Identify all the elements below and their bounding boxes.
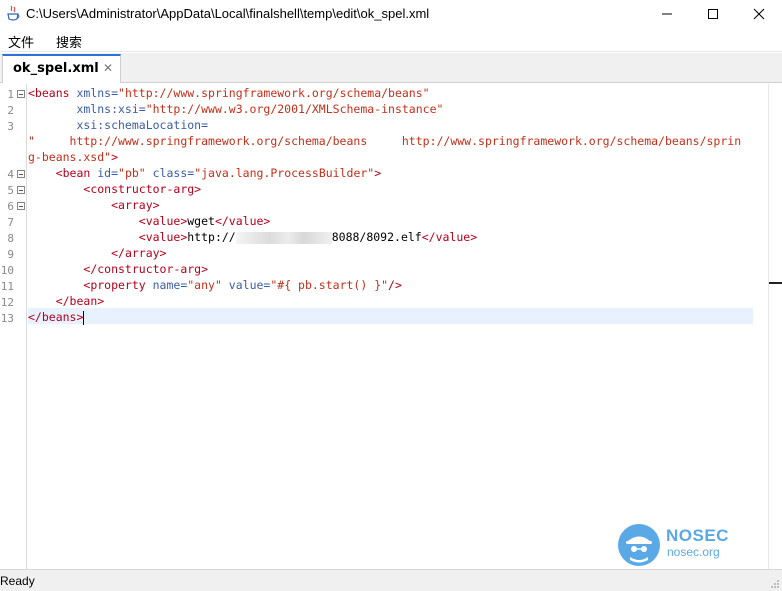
code-line: <value>wget</value> [138, 214, 271, 228]
line-number: 9 [7, 248, 14, 261]
vertical-scrollbar[interactable] [768, 84, 782, 569]
gutter-line: 13 [0, 310, 27, 326]
text-caret [83, 310, 85, 325]
code-line: </beans> [28, 310, 85, 325]
line-number: 4 [7, 168, 14, 181]
fold-toggle-icon[interactable] [17, 186, 25, 194]
tab-ok-spel-xml[interactable]: ok_spel.xml ✕ [2, 54, 121, 83]
title-bar: C:\Users\Administrator\AppData\Local\fin… [0, 0, 782, 28]
minimize-icon [662, 13, 672, 15]
code-line: xmlns:xsi="http://www.w3.org/2001/XMLSch… [28, 102, 444, 116]
window-title: C:\Users\Administrator\AppData\Local\fin… [26, 6, 430, 21]
gutter-line: 1 [0, 86, 27, 102]
line-number: 12 [0, 296, 14, 309]
code-line: <beans xmlns="http://www.springframework… [28, 86, 430, 100]
tab-label: ok_spel.xml [13, 61, 99, 76]
line-number: 6 [7, 200, 14, 213]
gutter-line: 7 [0, 214, 27, 230]
java-app-icon [6, 5, 20, 22]
gutter-line: 10 [0, 262, 27, 278]
code-line: </bean> [55, 294, 105, 308]
tab-strip: ok_spel.xml ✕ [0, 53, 782, 83]
line-number: 5 [7, 184, 14, 197]
close-icon [753, 8, 765, 20]
fold-toggle-icon[interactable] [17, 90, 25, 98]
fold-toggle-icon[interactable] [17, 202, 25, 210]
line-number: 7 [7, 216, 14, 229]
line-number: 10 [0, 264, 14, 277]
watermark-title: NOSEC [666, 526, 729, 545]
menu-bar: 文件 搜索 [0, 28, 782, 52]
line-number: 11 [0, 280, 14, 293]
tab-close-icon[interactable]: ✕ [103, 61, 113, 75]
gutter-line: 12 [0, 294, 27, 310]
gutter-line: 3 [0, 118, 27, 134]
code-line: <bean id="pb" class="java.lang.ProcessBu… [55, 166, 382, 180]
code-line: <value>http://8088/8092.elf</value> [138, 230, 478, 244]
maximize-icon [708, 9, 718, 19]
gutter-line: 8 [0, 230, 27, 246]
status-text: Ready [0, 574, 35, 588]
code-line: </array> [111, 246, 167, 260]
gutter-line: 5 [0, 182, 27, 198]
gutter-line: 6 [0, 198, 27, 214]
line-number: 2 [7, 104, 14, 117]
code-line: <constructor-arg> [83, 182, 202, 196]
gutter-line: 2 [0, 102, 27, 118]
resize-grip-icon[interactable] [770, 579, 780, 589]
code-line: <array> [111, 198, 160, 212]
maximize-button[interactable] [690, 0, 736, 28]
status-bar: Ready [0, 569, 782, 591]
fold-toggle-icon[interactable] [17, 170, 25, 178]
line-number: 13 [0, 312, 14, 325]
code-text-area[interactable]: <beans xmlns="http://www.springframework… [28, 84, 768, 569]
scroll-marker [769, 282, 782, 284]
nosec-watermark: NOSEC nosec.org [618, 522, 758, 568]
redacted-host-blur [235, 231, 332, 244]
code-line: xsi:schemaLocation= [28, 118, 209, 132]
code-line: </constructor-arg> [83, 262, 209, 276]
menu-search[interactable]: 搜索 [56, 32, 82, 51]
gutter-line: 4 [0, 166, 27, 182]
line-number: 1 [7, 88, 14, 101]
nosec-logo-icon [618, 524, 660, 566]
close-window-button[interactable] [736, 0, 782, 28]
code-line-wrapped: " http://www.springframework.org/schema/… [28, 134, 742, 148]
code-editor[interactable]: 1 2 3 4 5 6 7 8 9 10 11 12 13 <beans xml… [0, 84, 768, 569]
minimize-button[interactable] [644, 0, 690, 28]
line-number: 8 [7, 232, 14, 245]
line-number-gutter: 1 2 3 4 5 6 7 8 9 10 11 12 13 [0, 84, 27, 569]
code-line: <property name="any" value="#{ pb.start(… [83, 278, 402, 292]
gutter-line: 9 [0, 246, 27, 262]
code-line-wrapped: g-beans.xsd"> [28, 150, 119, 164]
gutter-line: 11 [0, 278, 27, 294]
watermark-subtitle: nosec.org [667, 545, 720, 559]
line-number: 3 [7, 120, 14, 133]
menu-file[interactable]: 文件 [8, 32, 34, 51]
